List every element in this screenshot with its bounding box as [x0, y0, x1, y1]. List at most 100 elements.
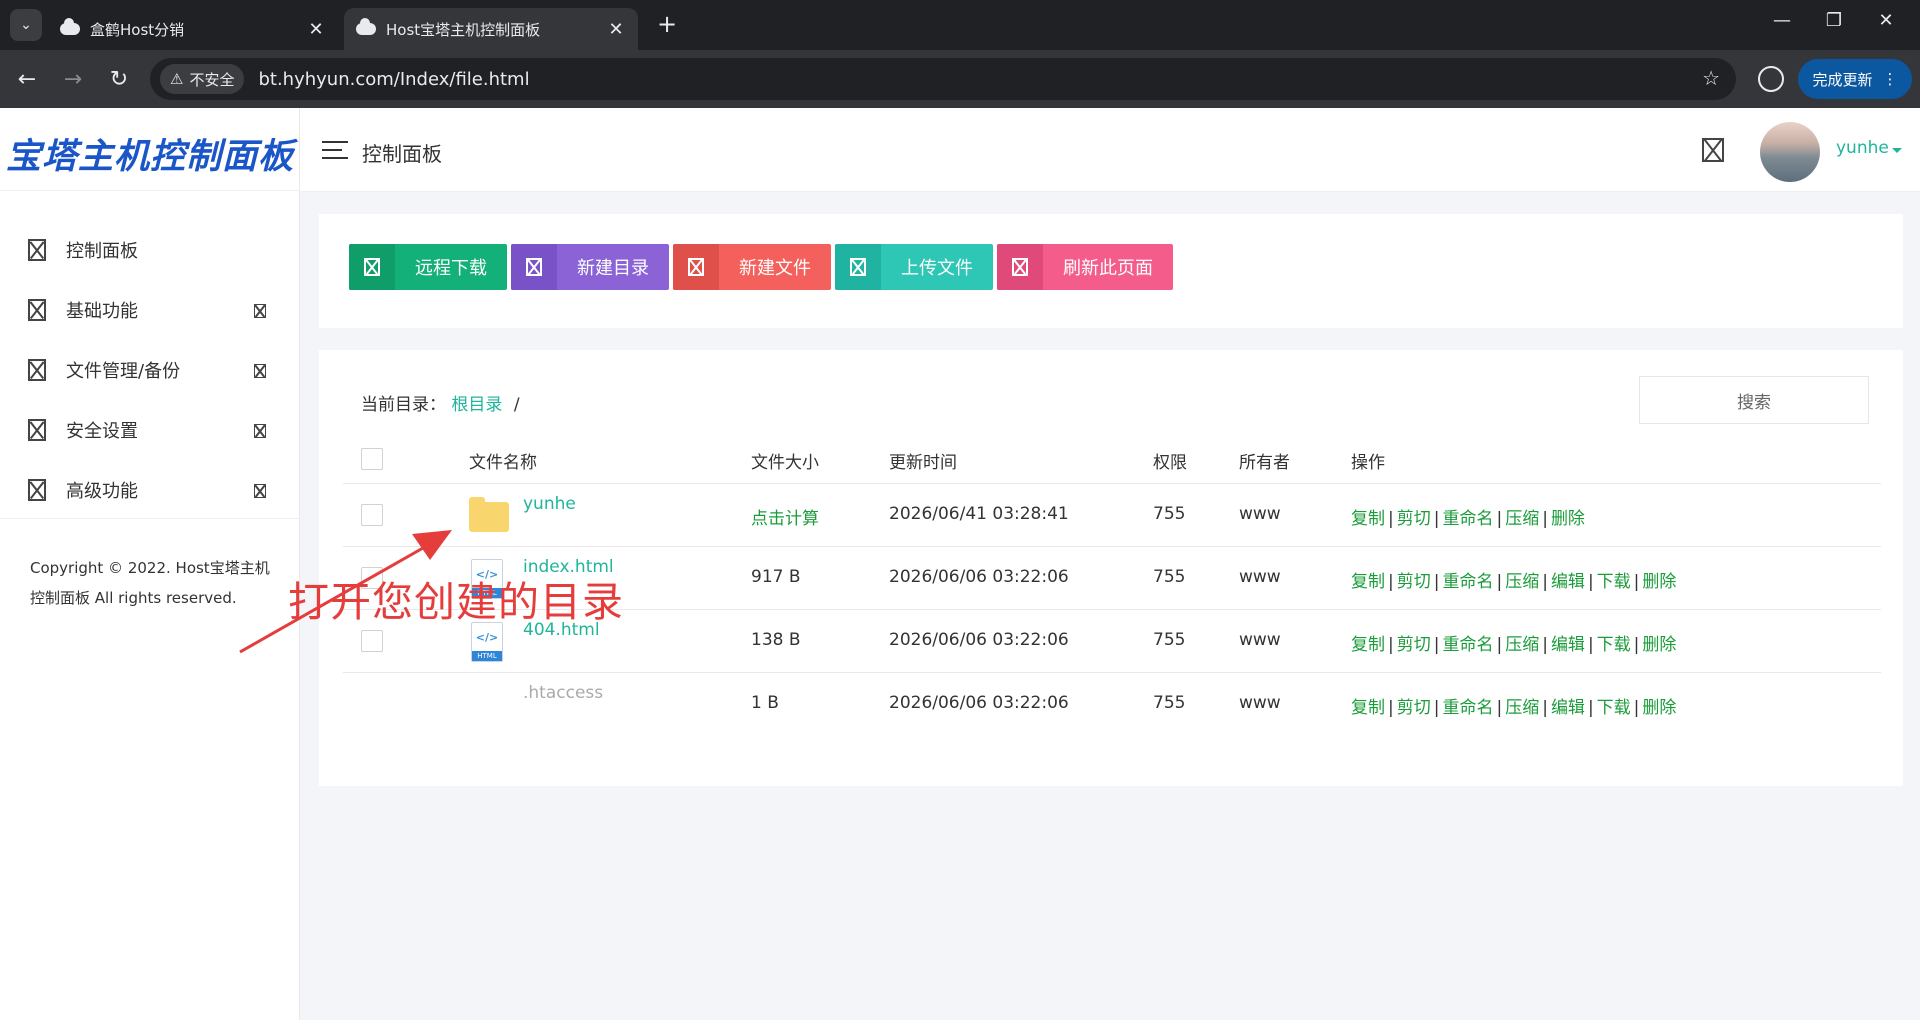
restore-button[interactable]: ❐: [1814, 10, 1854, 31]
column-header-size[interactable]: 文件大小: [751, 448, 819, 473]
tab-title: Host宝塔主机控制面板: [386, 20, 541, 39]
close-window-button[interactable]: ✕: [1866, 10, 1906, 31]
brand-logo[interactable]: 宝塔主机控制面板: [6, 128, 294, 179]
bookmark-star-icon[interactable]: ☆: [1702, 66, 1720, 90]
compress-link[interactable]: 压缩: [1505, 509, 1539, 529]
op-separator: |: [1496, 635, 1503, 655]
op-separator: |: [1388, 572, 1394, 592]
rename-link[interactable]: 重命名: [1442, 698, 1493, 718]
op-separator: |: [1633, 572, 1640, 592]
edit-link[interactable]: 编辑: [1551, 572, 1585, 592]
address-bar[interactable]: ⚠ 不安全 bt.hyhyun.com/Index/file.html ☆: [150, 58, 1736, 100]
annotation-text: 打开您创建的目录: [288, 578, 624, 626]
cut-link[interactable]: 剪切: [1397, 509, 1431, 529]
username[interactable]: yunhe: [1836, 138, 1889, 158]
delete-link[interactable]: 删除: [1551, 509, 1585, 529]
basic-icon: [28, 299, 46, 321]
upload-icon: [835, 244, 881, 290]
edit-link[interactable]: 编辑: [1551, 698, 1585, 718]
download-link[interactable]: 下载: [1597, 698, 1631, 718]
table-row: .htaccess 1 B 2026/06/06 03:22:06 755 ww…: [319, 673, 1903, 736]
tab-close-icon[interactable]: ✕: [606, 19, 626, 40]
new-directory-button[interactable]: 新建目录: [511, 244, 669, 290]
column-header-ops: 操作: [1351, 453, 1385, 473]
delete-link[interactable]: 删除: [1642, 698, 1676, 718]
copy-link[interactable]: 复制: [1351, 572, 1385, 592]
tab-close-icon[interactable]: ✕: [306, 19, 326, 40]
download-link[interactable]: 下载: [1597, 635, 1631, 655]
upload-file-button[interactable]: 上传文件: [835, 244, 993, 290]
column-header-name[interactable]: 文件名称: [469, 448, 537, 473]
rename-link[interactable]: 重命名: [1442, 572, 1493, 592]
rename-link[interactable]: 重命名: [1442, 635, 1493, 655]
refresh-page-button[interactable]: 刷新此页面: [997, 244, 1173, 290]
copy-link[interactable]: 复制: [1351, 509, 1385, 529]
delete-link[interactable]: 删除: [1642, 635, 1676, 655]
tab-bt-panel[interactable]: Host宝塔主机控制面板 ✕: [344, 8, 638, 50]
button-label: 新建目录: [577, 258, 649, 279]
table-header: 文件名称 文件大小 更新时间 权限 所有者 操作: [319, 434, 1903, 484]
edit-link[interactable]: 编辑: [1551, 635, 1585, 655]
chevron-down-icon[interactable]: [1892, 148, 1902, 153]
sidebar-item-advanced[interactable]: 高级功能: [0, 460, 300, 520]
menu-toggle-icon[interactable]: [322, 141, 348, 159]
sidebar-item-dashboard[interactable]: 控制面板: [0, 220, 300, 280]
sidebar-item-label: 高级功能: [66, 481, 138, 502]
new-file-button[interactable]: 新建文件: [673, 244, 831, 290]
table-row: yunhe 点击计算 2026/06/41 03:28:41 755 www 复…: [319, 484, 1903, 547]
security-chip[interactable]: ⚠ 不安全: [160, 64, 245, 94]
refresh-icon: [997, 244, 1043, 290]
calculate-size-link[interactable]: 点击计算: [751, 504, 819, 529]
file-name-link[interactable]: .htaccess: [523, 683, 603, 703]
expand-arrow-icon: [254, 424, 266, 438]
compress-link[interactable]: 压缩: [1505, 698, 1539, 718]
remote-download-button[interactable]: 远程下载: [349, 244, 507, 290]
tab-heyhost[interactable]: 盒鹤Host分销 ✕: [48, 8, 338, 50]
tab-search-button[interactable]: ⌄: [10, 9, 42, 41]
search-input[interactable]: 搜索: [1639, 376, 1869, 424]
cloud-icon: [60, 18, 80, 35]
row-checkbox[interactable]: [361, 504, 383, 526]
cut-link[interactable]: 剪切: [1397, 572, 1431, 592]
new-tab-button[interactable]: +: [652, 10, 682, 38]
forward-icon[interactable]: →: [56, 62, 90, 96]
row-actions: 复制 | 剪切 | 重命名 | 压缩 | 删除: [1351, 504, 1585, 529]
compress-link[interactable]: 压缩: [1505, 635, 1539, 655]
op-separator: |: [1633, 635, 1640, 655]
url-text[interactable]: bt.hyhyun.com/Index/file.html: [258, 69, 529, 90]
copy-link[interactable]: 复制: [1351, 635, 1385, 655]
compress-link[interactable]: 压缩: [1505, 572, 1539, 592]
cut-link[interactable]: 剪切: [1397, 698, 1431, 718]
column-header-mtime[interactable]: 更新时间: [889, 448, 957, 473]
profile-icon[interactable]: [1758, 66, 1784, 92]
op-separator: |: [1433, 509, 1440, 529]
reload-icon[interactable]: ↻: [102, 62, 136, 96]
back-icon[interactable]: ←: [10, 62, 44, 96]
file-name-link[interactable]: yunhe: [523, 494, 576, 514]
sidebar-item-label: 文件管理/备份: [66, 361, 181, 382]
cut-link[interactable]: 剪切: [1397, 635, 1431, 655]
fullscreen-icon[interactable]: [1702, 138, 1724, 162]
sidebar-item-basic[interactable]: 基础功能: [0, 280, 300, 340]
file-owner: www: [1239, 504, 1281, 524]
breadcrumb-separator: /: [513, 395, 520, 415]
delete-link[interactable]: 删除: [1642, 572, 1676, 592]
file-perm: 755: [1153, 567, 1186, 587]
minimize-button[interactable]: —: [1762, 10, 1802, 31]
download-link[interactable]: 下载: [1597, 572, 1631, 592]
files-icon: [28, 359, 46, 381]
avatar[interactable]: [1760, 122, 1820, 182]
select-all-checkbox[interactable]: [361, 448, 383, 470]
breadcrumb-root-link[interactable]: 根目录: [451, 395, 502, 415]
file-owner: www: [1239, 630, 1281, 650]
sidebar-item-security[interactable]: 安全设置: [0, 400, 300, 460]
sidebar-item-files[interactable]: 文件管理/备份: [0, 340, 300, 400]
update-button[interactable]: 完成更新 ⋮: [1798, 59, 1912, 99]
copy-link[interactable]: 复制: [1351, 698, 1385, 718]
row-checkbox[interactable]: [361, 630, 383, 652]
op-separator: |: [1633, 698, 1640, 718]
folder-icon[interactable]: [469, 497, 509, 532]
file-owner: www: [1239, 693, 1281, 713]
rename-link[interactable]: 重命名: [1442, 509, 1493, 529]
page-title: 控制面板: [362, 142, 442, 166]
